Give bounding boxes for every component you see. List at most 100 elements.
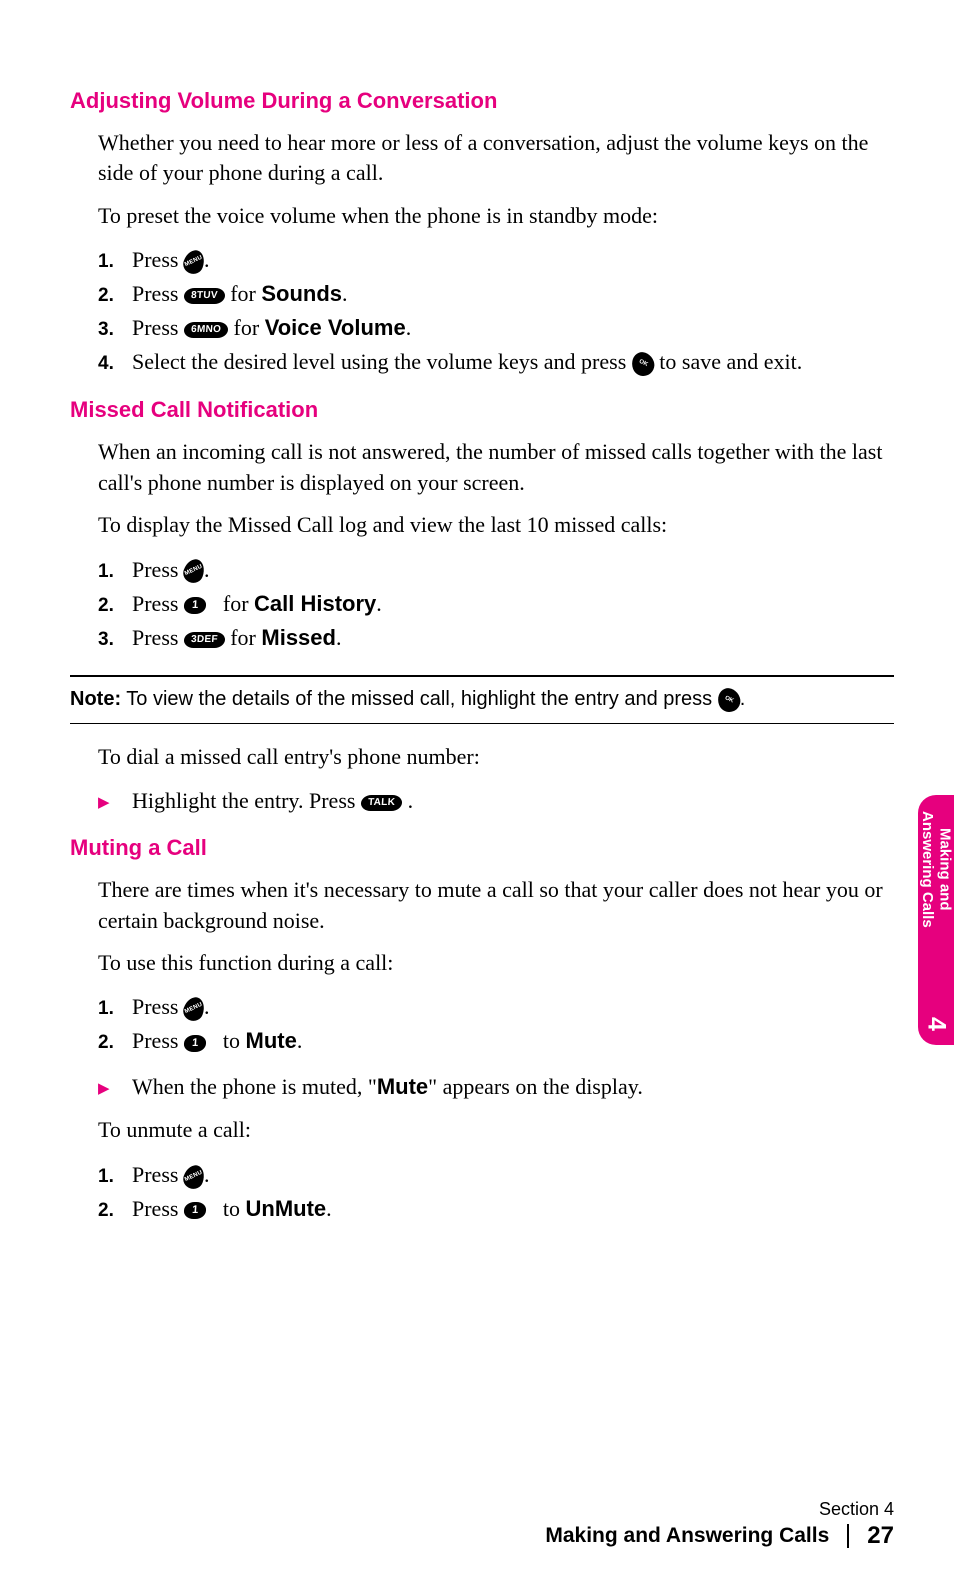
step-number: 2. xyxy=(98,591,132,620)
step-number: 2. xyxy=(98,281,132,310)
bold-label: Mute xyxy=(377,1074,428,1099)
step-item: 1. Press . xyxy=(98,990,894,1024)
step-number: 1. xyxy=(98,247,132,276)
step-text: Press . xyxy=(132,243,894,277)
step-text: Press . xyxy=(132,1158,894,1192)
triangle-bullet-icon: ▶ xyxy=(98,1078,132,1101)
text-fragment: . xyxy=(297,1028,303,1053)
step-text: Press 3DEF for Missed. xyxy=(132,621,894,655)
body-paragraph: Whether you need to hear more or less of… xyxy=(98,128,894,189)
note-text: To view the details of the missed call, … xyxy=(121,688,718,710)
step-item: 3. Press 6MNO for Voice Volume. xyxy=(98,311,894,345)
text-fragment: for xyxy=(217,591,254,616)
bold-label: Voice Volume xyxy=(265,315,406,340)
bullet-item: ▶ When the phone is muted, "Mute" appear… xyxy=(98,1070,894,1103)
text-fragment: Press xyxy=(132,315,184,340)
bold-label: Sounds xyxy=(261,281,342,306)
text-fragment: . xyxy=(204,994,210,1019)
note-label: Note: xyxy=(70,688,121,710)
body-paragraph: There are times when it's necessary to m… xyxy=(98,875,894,936)
steps-list: 1. Press . 2. Press 1 for Call History. … xyxy=(98,553,894,655)
text-fragment: . xyxy=(204,557,210,582)
key-1-icon: 1 xyxy=(183,1202,207,1219)
text-fragment: . xyxy=(204,1162,210,1187)
bullet-text: Highlight the entry. Press TALK . xyxy=(132,784,894,817)
key-8tuv-icon: 8TUV xyxy=(183,288,225,304)
text-fragment: for xyxy=(228,315,265,340)
text-fragment: . xyxy=(336,625,342,650)
bold-label: Mute xyxy=(246,1028,297,1053)
bullet-text: When the phone is muted, "Mute" appears … xyxy=(132,1070,894,1103)
step-number: 1. xyxy=(98,557,132,586)
key-talk-icon: TALK xyxy=(360,795,402,811)
text-fragment: Press xyxy=(132,557,184,582)
footer-section: Section 4 xyxy=(545,1499,894,1520)
step-text: Press . xyxy=(132,990,894,1024)
step-item: 1. Press . xyxy=(98,243,894,277)
text-fragment: " appears on the display. xyxy=(428,1074,643,1099)
key-3def-icon: 3DEF xyxy=(183,632,225,648)
text-fragment: Press xyxy=(132,1162,184,1187)
step-item: 2. Press 1 to UnMute. xyxy=(98,1192,894,1226)
text-fragment: to xyxy=(217,1196,245,1221)
step-text: Select the desired level using the volum… xyxy=(132,345,894,379)
step-item: 2. Press 8TUV for Sounds. xyxy=(98,277,894,311)
key-6mno-icon: 6MNO xyxy=(183,322,228,338)
text-fragment: Press xyxy=(132,625,184,650)
step-number: 2. xyxy=(98,1196,132,1225)
step-item: 4. Select the desired level using the vo… xyxy=(98,345,894,379)
text-fragment: Highlight the entry. Press xyxy=(132,788,361,813)
step-item: 1. Press . xyxy=(98,553,894,587)
text-fragment: Press xyxy=(132,1028,184,1053)
steps-list: 1. Press . 2. Press 1 to UnMute. xyxy=(98,1158,894,1226)
text-fragment: Select the desired level using the volum… xyxy=(132,349,632,374)
text-fragment: for xyxy=(225,625,262,650)
step-number: 1. xyxy=(98,994,132,1023)
body-paragraph: To use this function during a call: xyxy=(98,948,894,978)
text-fragment: for xyxy=(225,281,262,306)
step-item: 2. Press 1 for Call History. xyxy=(98,587,894,621)
side-tab-number: 4 xyxy=(922,1017,951,1031)
side-tab-title: Making and Answering Calls xyxy=(919,811,954,928)
step-text: Press 1 for Call History. xyxy=(132,587,894,621)
body-paragraph: To unmute a call: xyxy=(98,1115,894,1145)
step-text: Press . xyxy=(132,553,894,587)
bold-label: Call History xyxy=(254,591,376,616)
body-paragraph: When an incoming call is not answered, t… xyxy=(98,437,894,498)
body-paragraph: To dial a missed call entry's phone numb… xyxy=(98,742,894,772)
bullet-list: ▶ When the phone is muted, "Mute" appear… xyxy=(98,1070,894,1103)
triangle-bullet-icon: ▶ xyxy=(98,792,132,815)
step-number: 2. xyxy=(98,1028,132,1057)
text-fragment: Press xyxy=(132,281,184,306)
key-1-icon: 1 xyxy=(183,1035,207,1052)
step-item: 2. Press 1 to Mute. xyxy=(98,1024,894,1058)
step-text: Press 1 to UnMute. xyxy=(132,1192,894,1226)
text-fragment: . xyxy=(376,591,382,616)
note-text: . xyxy=(740,688,746,710)
note-box: Note: To view the details of the missed … xyxy=(70,675,894,724)
text-fragment: to xyxy=(217,1028,245,1053)
text-fragment: . xyxy=(406,315,412,340)
body-paragraph: To display the Missed Call log and view … xyxy=(98,510,894,540)
text-fragment: When the phone is muted, " xyxy=(132,1074,377,1099)
step-number: 4. xyxy=(98,349,132,378)
text-fragment: . xyxy=(408,788,414,813)
text-fragment: Press xyxy=(132,591,184,616)
step-text: Press 1 to Mute. xyxy=(132,1024,894,1058)
page-footer: Section 4 Making and Answering Calls 27 xyxy=(545,1499,894,1550)
step-text: Press 6MNO for Voice Volume. xyxy=(132,311,894,345)
text-fragment: . xyxy=(326,1196,332,1221)
text-fragment: Press xyxy=(132,1196,184,1221)
text-fragment: Making and xyxy=(936,828,953,911)
bullet-list: ▶ Highlight the entry. Press TALK . xyxy=(98,784,894,817)
text-fragment: Press xyxy=(132,247,184,272)
text-fragment: . xyxy=(342,281,348,306)
text-fragment: . xyxy=(204,247,210,272)
step-number: 3. xyxy=(98,315,132,344)
key-1-icon: 1 xyxy=(183,597,207,614)
text-fragment: to save and exit. xyxy=(654,349,802,374)
bullet-item: ▶ Highlight the entry. Press TALK . xyxy=(98,784,894,817)
step-text: Press 8TUV for Sounds. xyxy=(132,277,894,311)
bold-label: UnMute xyxy=(246,1196,327,1221)
step-number: 1. xyxy=(98,1162,132,1191)
